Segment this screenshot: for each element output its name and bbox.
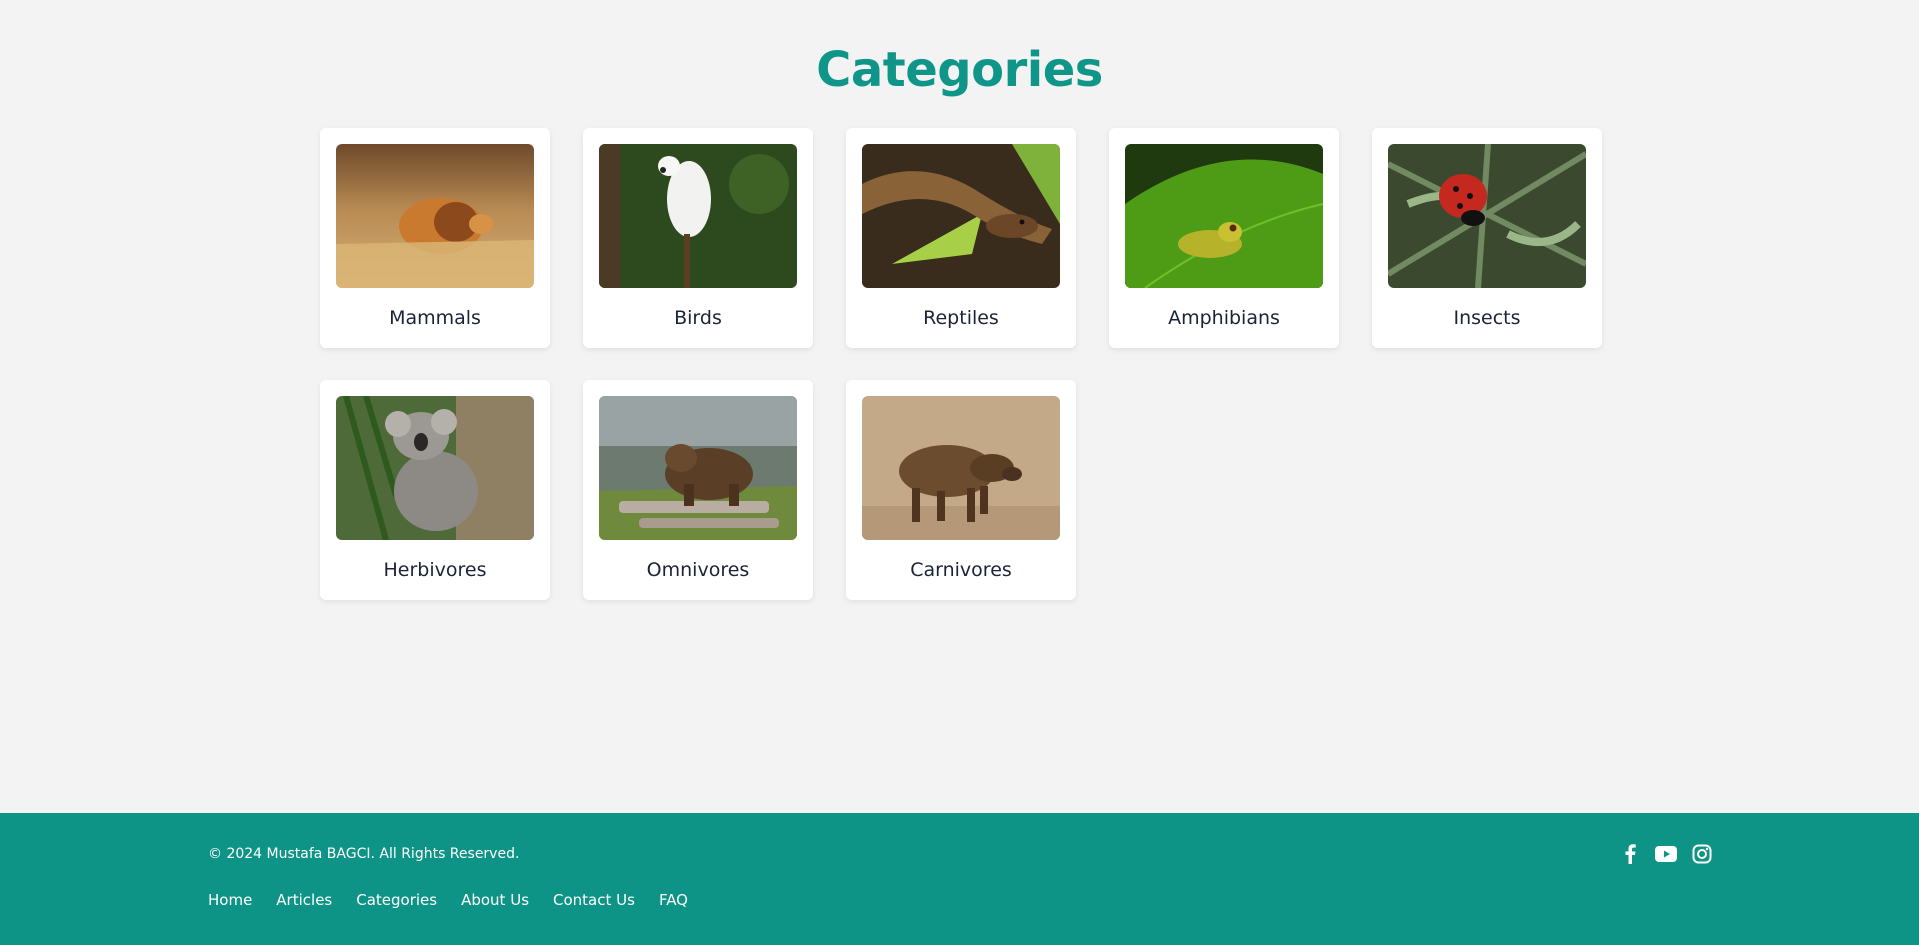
hyena-image xyxy=(862,396,1060,540)
category-label: Reptiles xyxy=(923,307,999,329)
category-grid: Mammals Birds Reptiles Amphibians Insect… xyxy=(320,128,1602,600)
copyright-text: © 2024 Mustafa BAGCI. All Rights Reserve… xyxy=(208,846,520,862)
category-card-birds[interactable]: Birds xyxy=(583,128,813,348)
category-label: Amphibians xyxy=(1168,307,1280,329)
category-label: Carnivores xyxy=(910,559,1012,581)
footer-link-home[interactable]: Home xyxy=(208,891,252,909)
category-card-reptiles[interactable]: Reptiles xyxy=(846,128,1076,348)
footer-nav: Home Articles Categories About Us Contac… xyxy=(208,891,688,909)
footer-link-categories[interactable]: Categories xyxy=(356,891,437,909)
koala-image xyxy=(336,396,534,540)
category-label: Birds xyxy=(674,307,722,329)
ladybug-image xyxy=(1388,144,1586,288)
footer-link-articles[interactable]: Articles xyxy=(276,891,332,909)
category-card-omnivores[interactable]: Omnivores xyxy=(583,380,813,600)
facebook-icon[interactable] xyxy=(1619,843,1641,865)
category-card-carnivores[interactable]: Carnivores xyxy=(846,380,1076,600)
category-label: Herbivores xyxy=(383,559,487,581)
category-card-insects[interactable]: Insects xyxy=(1372,128,1602,348)
frog-image xyxy=(1125,144,1323,288)
youtube-icon[interactable] xyxy=(1655,843,1677,865)
instagram-icon[interactable] xyxy=(1691,843,1713,865)
footer-link-contact-us[interactable]: Contact Us xyxy=(553,891,635,909)
bear-image xyxy=(599,396,797,540)
footer-link-about-us[interactable]: About Us xyxy=(461,891,529,909)
footer-link-faq[interactable]: FAQ xyxy=(659,891,688,909)
social-links xyxy=(1619,843,1713,865)
cockatoo-image xyxy=(599,144,797,288)
category-label: Insects xyxy=(1453,307,1521,329)
category-card-amphibians[interactable]: Amphibians xyxy=(1109,128,1339,348)
category-card-mammals[interactable]: Mammals xyxy=(320,128,550,348)
category-card-herbivores[interactable]: Herbivores xyxy=(320,380,550,600)
snake-image xyxy=(862,144,1060,288)
page-title: Categories xyxy=(816,42,1103,98)
site-footer: © 2024 Mustafa BAGCI. All Rights Reserve… xyxy=(0,813,1919,945)
category-label: Mammals xyxy=(389,307,481,329)
category-label: Omnivores xyxy=(646,559,750,581)
lion-image xyxy=(336,144,534,288)
